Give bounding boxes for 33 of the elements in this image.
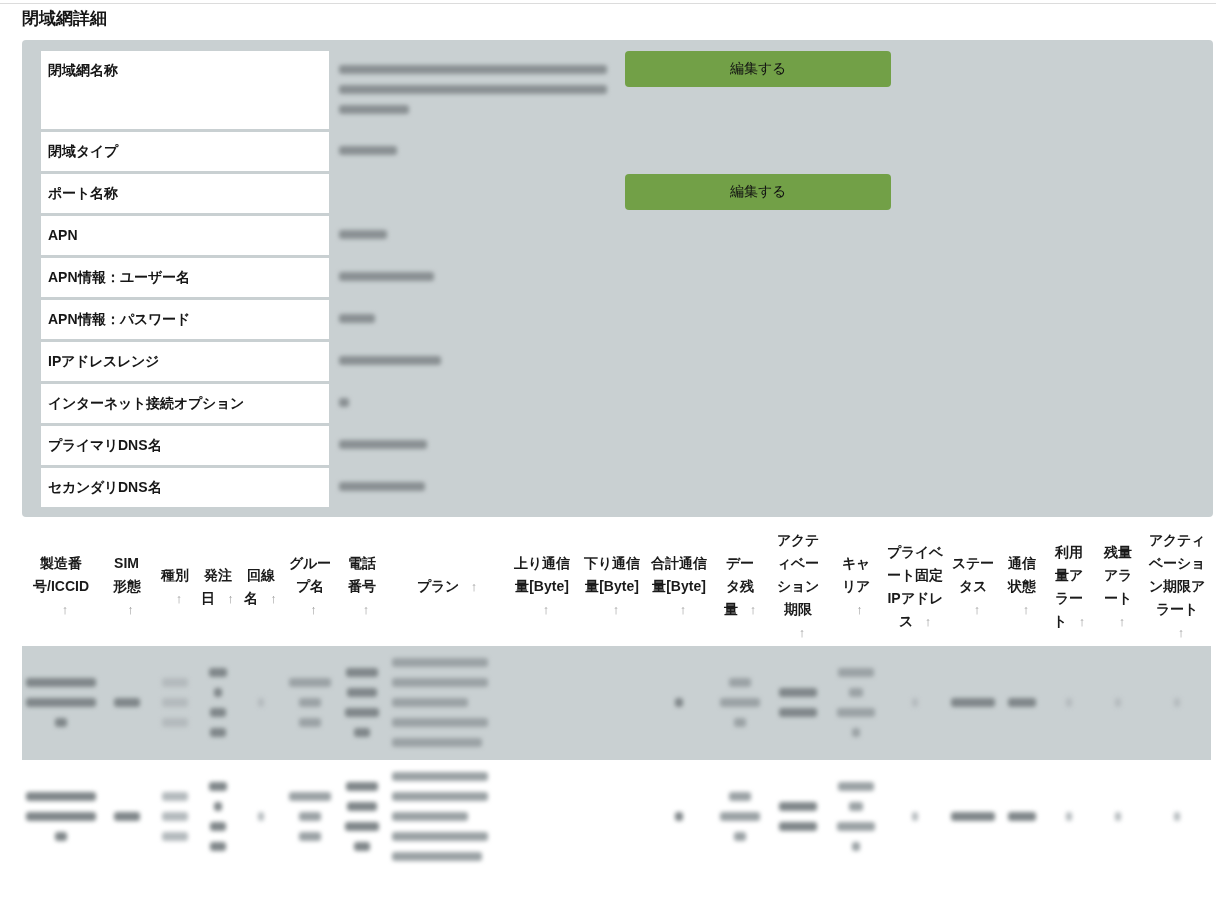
column-header[interactable]: ステータス ↑ <box>950 552 996 621</box>
column-header[interactable]: 利用量アラート ↑ <box>1051 540 1087 633</box>
column-header[interactable]: 製造番号/ICCID ↑ <box>28 552 94 621</box>
column-header[interactable]: プライベート固定IPアドレス ↑ <box>884 540 946 633</box>
field-label: IPアドレスレンジ <box>41 342 329 381</box>
edit-button[interactable]: 編集する <box>625 174 891 210</box>
column-header[interactable]: アクティベーション期限アラート ↑ <box>1147 529 1207 644</box>
field-label: 閉域網名称 <box>41 51 329 129</box>
field-label: 閉域タイプ <box>41 132 329 171</box>
field-label: セカンダリDNS名 <box>41 468 329 507</box>
column-header[interactable]: 種別 ↑ <box>159 563 191 610</box>
field-label: インターネット接続オプション <box>41 384 329 423</box>
column-header[interactable]: 発注日 ↑ <box>200 563 235 610</box>
column-header[interactable]: 回線名 ↑ <box>243 563 278 610</box>
column-header[interactable]: 下り通信量[Byte] ↑ <box>581 552 643 621</box>
column-header[interactable]: 通信状態 ↑ <box>1004 552 1040 621</box>
column-header[interactable]: 上り通信量[Byte] ↑ <box>511 552 573 621</box>
field-label: APN情報：ユーザー名 <box>41 258 329 297</box>
column-header[interactable]: グループ名 ↑ <box>287 552 332 621</box>
column-header[interactable]: 合計通信量[Byte] ↑ <box>648 552 710 621</box>
edit-button[interactable]: 編集する <box>625 51 891 87</box>
column-header[interactable]: SIM形態 ↑ <box>108 552 145 621</box>
column-header[interactable]: キャリア ↑ <box>837 552 874 621</box>
column-header[interactable]: アクティベーション期限 ↑ <box>775 529 821 644</box>
column-header[interactable]: データ残量 ↑ <box>722 552 758 621</box>
field-label: APN <box>41 216 329 255</box>
field-label: プライマリDNS名 <box>41 426 329 465</box>
field-label: APN情報：パスワード <box>41 300 329 339</box>
column-header[interactable]: 電話番号 ↑ <box>344 552 380 621</box>
page-title: 閉域網詳細 <box>22 8 107 30</box>
column-header[interactable]: 残量アラート ↑ <box>1100 540 1136 633</box>
field-label: ポート名称 <box>41 174 329 213</box>
column-header[interactable]: プラン ↑ <box>397 575 497 598</box>
